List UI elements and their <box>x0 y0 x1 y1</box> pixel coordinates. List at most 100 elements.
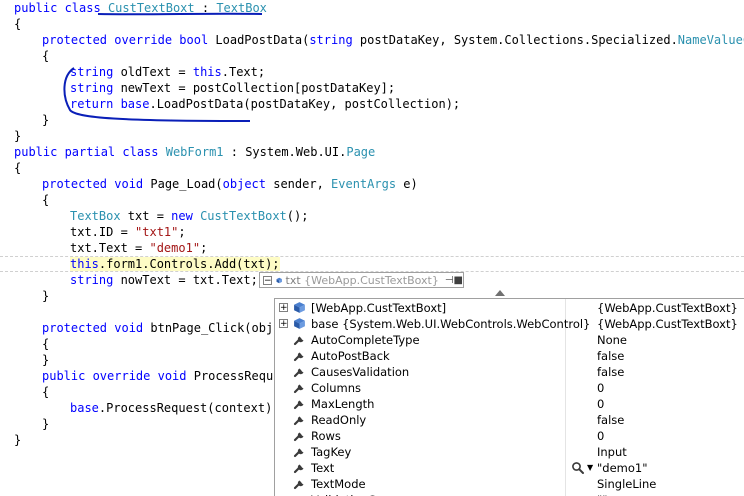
code-line: txt.Text = "demo1"; <box>70 240 207 256</box>
code-line: { <box>42 192 49 208</box>
property-value[interactable]: 0 <box>597 396 604 412</box>
code-line: protected override bool LoadPostData(str… <box>42 32 744 48</box>
code-text: newText = postCollection[postDataKey]; <box>113 81 396 95</box>
property-name: CausesValidation <box>311 365 410 379</box>
property-name: TagKey <box>311 445 352 459</box>
code-line: txt.ID = "txt1"; <box>70 224 186 240</box>
code-line: return base.LoadPostData(postDataKey, po… <box>70 96 460 112</box>
code-line: public partial class WebForm1 : System.W… <box>14 144 375 160</box>
property-value[interactable]: false <box>597 412 624 428</box>
brace: { <box>42 193 50 207</box>
code-text: .form1.Controls.Add(txt); <box>98 257 280 271</box>
property-row[interactable]: Rows 0 <box>275 428 744 444</box>
property-value[interactable]: {WebApp.CustTextBoxt} <box>597 316 738 332</box>
property-row[interactable]: MaxLength 0 <box>275 396 744 412</box>
property-row[interactable]: ReadOnly false <box>275 412 744 428</box>
expand-toggle[interactable]: + <box>279 303 288 313</box>
string-literal: "txt1" <box>135 225 179 239</box>
code-line: { <box>14 16 21 32</box>
pin-icon[interactable]: ⊣■ <box>445 275 463 286</box>
code-text: btnPage_Click(obje <box>143 321 281 335</box>
type-name: EventArgs <box>331 177 397 191</box>
property-icon <box>293 445 306 458</box>
property-icon <box>293 413 306 426</box>
property-name: AutoCompleteType <box>311 333 420 347</box>
brace: } <box>42 417 50 431</box>
property-name: Columns <box>311 381 362 395</box>
datatip-panel[interactable]: + [WebApp.CustTextBoxt] {WebApp.CustTextBo… <box>274 298 744 496</box>
magnifier-icon[interactable] <box>571 461 585 475</box>
keyword: string <box>70 65 114 79</box>
property-row[interactable]: + base {System.Web.UI.WebControls.WebCont… <box>275 316 744 332</box>
keyword: new <box>171 209 193 223</box>
keyword: public class <box>14 1 101 15</box>
property-value[interactable]: SingleLine <box>597 476 656 492</box>
current-statement[interactable]: this.form1.Controls.Add(txt); <box>70 256 280 272</box>
datatip-header[interactable]: − txt {WebApp.CustTextBoxt} ⊣■ <box>259 272 464 288</box>
property-value[interactable]: "demo1" <box>597 460 648 476</box>
code-text: .Text; <box>221 65 266 79</box>
code-text: .LoadPostData(postDataKey, postCollectio… <box>149 97 461 111</box>
property-value[interactable]: 0 <box>597 380 604 396</box>
code-line: public override void ProcessReque <box>42 368 280 384</box>
property-value[interactable]: Input <box>597 444 627 460</box>
property-icon <box>293 349 306 362</box>
code-text: .ProcessRequest(context); <box>98 401 280 415</box>
keyword: this <box>192 65 222 79</box>
expand-arrow-icon[interactable] <box>495 290 505 296</box>
property-value[interactable]: 0 <box>597 428 604 444</box>
type-name: TextBox <box>70 209 121 223</box>
code-line: { <box>42 384 49 400</box>
dropdown-arrow-icon[interactable]: ▼ <box>587 460 593 476</box>
property-name: base {System.Web.UI.WebControls.WebContr… <box>311 317 591 331</box>
property-row[interactable]: AutoPostBack false <box>275 348 744 364</box>
brace: } <box>42 289 50 303</box>
type-name: NameValueColl <box>677 33 744 47</box>
property-row[interactable]: TagKey Input <box>275 444 744 460</box>
property-icon <box>293 429 306 442</box>
property-name: TextMode <box>311 477 366 491</box>
code-line: string newText = postCollection[postData… <box>70 80 395 96</box>
property-value[interactable]: false <box>597 348 624 364</box>
collapse-toggle[interactable]: − <box>263 275 272 285</box>
code-line: public class CustTextBoxt : TextBox <box>14 0 267 16</box>
keyword: protected void <box>42 321 144 335</box>
property-name: AutoPostBack <box>311 349 390 363</box>
brace: } <box>14 129 22 143</box>
code-text: (); <box>286 209 309 223</box>
code-line: string oldText = this.Text; <box>70 64 265 80</box>
property-row[interactable]: Columns 0 <box>275 380 744 396</box>
expand-toggle[interactable]: + <box>279 319 288 329</box>
code-text: oldText = <box>113 65 193 79</box>
property-name: [WebApp.CustTextBoxt] <box>311 301 447 315</box>
code-line: { <box>42 48 49 64</box>
property-row[interactable]: Text ▼ "demo1" <box>275 460 744 476</box>
object-icon <box>293 301 306 314</box>
property-row[interactable]: TextMode SingleLine <box>275 476 744 492</box>
property-value[interactable]: {WebApp.CustTextBoxt} <box>597 300 738 316</box>
property-row[interactable]: + [WebApp.CustTextBoxt] {WebApp.CustTextBo… <box>275 300 744 316</box>
brace: { <box>42 337 50 351</box>
code-line: base.ProcessRequest(context); <box>70 400 280 416</box>
keyword: protected override bool <box>42 33 209 47</box>
property-row[interactable]: CausesValidation false <box>275 364 744 380</box>
property-value[interactable]: "" <box>597 492 608 496</box>
brace: { <box>14 161 22 175</box>
property-icon <box>293 365 306 378</box>
keyword: base <box>70 401 99 415</box>
property-value[interactable]: None <box>597 332 627 348</box>
code-text: : <box>194 1 217 15</box>
code-text: txt.Text = <box>70 241 150 255</box>
type-name: CustTextBoxt <box>200 209 287 223</box>
property-icon <box>293 461 306 474</box>
property-value[interactable]: false <box>597 364 624 380</box>
brace: } <box>14 433 22 447</box>
property-row[interactable]: AutoCompleteType None <box>275 332 744 348</box>
property-name: Rows <box>311 429 341 443</box>
property-icon <box>293 397 306 410</box>
code-text: nowText = txt.Text; <box>113 273 258 287</box>
property-row[interactable]: ValidationGroup "" <box>275 492 744 496</box>
code-text: e) <box>396 177 418 191</box>
code-line: } <box>14 432 21 448</box>
keyword: this <box>70 257 99 271</box>
